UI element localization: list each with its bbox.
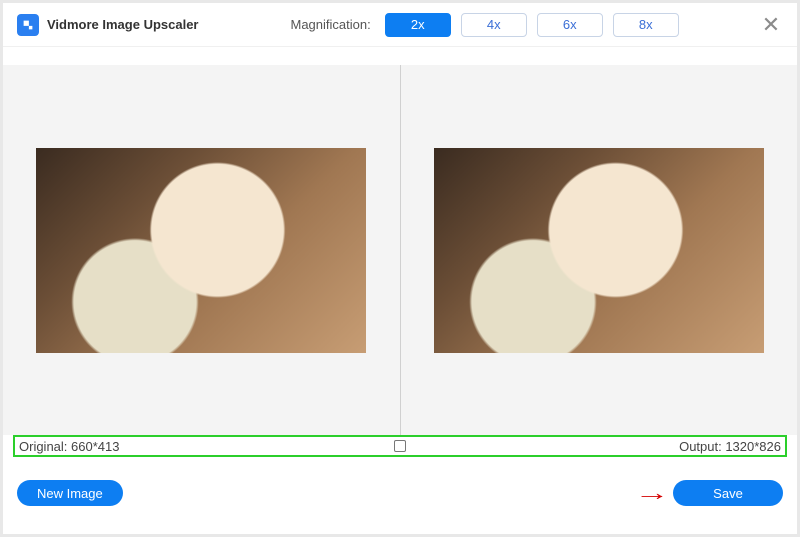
- dimensions-bar: Original: 660*413 Output: 1320*826: [13, 435, 787, 457]
- bottom-bar: New Image → Save: [17, 480, 783, 506]
- header: Vidmore Image Upscaler Magnification: 2x…: [3, 3, 797, 47]
- magnification-label: Magnification:: [291, 17, 371, 32]
- new-image-button[interactable]: New Image: [17, 480, 123, 506]
- output-image: [434, 148, 764, 353]
- save-button[interactable]: Save: [673, 480, 783, 506]
- magnification-8x-button[interactable]: 8x: [613, 13, 679, 37]
- compare-slider-handle[interactable]: [394, 440, 406, 452]
- save-area: → Save: [641, 480, 783, 506]
- compare-panel: [3, 65, 797, 435]
- original-image: [36, 148, 366, 353]
- app-title: Vidmore Image Upscaler: [47, 17, 199, 32]
- arrow-right-icon: →: [634, 480, 669, 506]
- original-dimensions-label: Original: 660*413: [15, 439, 119, 454]
- original-pane: [3, 65, 400, 435]
- output-dimensions-label: Output: 1320*826: [679, 439, 785, 454]
- magnification-group: 2x 4x 6x 8x: [385, 13, 679, 37]
- magnification-2x-button[interactable]: 2x: [385, 13, 451, 37]
- magnification-4x-button[interactable]: 4x: [461, 13, 527, 37]
- magnification-6x-button[interactable]: 6x: [537, 13, 603, 37]
- close-icon[interactable]: ✕: [759, 13, 783, 37]
- app-logo-icon: [17, 14, 39, 36]
- output-pane: [401, 65, 798, 435]
